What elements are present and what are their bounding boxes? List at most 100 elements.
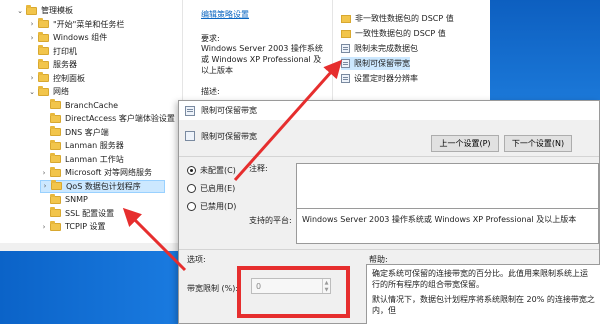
folder-icon [50,193,61,204]
radio-button[interactable] [187,184,196,193]
radio-not-configured[interactable]: 未配置(C) [187,165,236,176]
help-paragraph: 确定系统可保留的连接带宽的百分比。此值用来限制系统上运行的所有程序的组合带宽保留… [372,269,588,289]
folder-icon [38,31,49,42]
folder-icon [26,4,37,15]
folder-icon [38,85,49,96]
tree-item[interactable]: ›Lanman 工作站 [40,153,124,166]
folder-icon [51,180,62,190]
tree-item[interactable]: ›DirectAccess 客户端体验设置 [40,112,175,125]
options-label: 选项: [187,255,206,264]
radio-enabled[interactable]: 已启用(E) [187,183,235,194]
radio-button-checked[interactable] [187,166,196,175]
chevron-right-icon[interactable]: › [28,20,36,28]
tree-item-label: "开始"菜单和任务栏 [53,19,125,29]
desktop-background-right [490,0,600,100]
tree-item[interactable]: ›DNS 客户端 [40,126,109,139]
tree-item[interactable]: › Windows 组件 [28,31,107,44]
folder-icon [38,58,49,69]
tree-item-label: DirectAccess 客户端体验设置 [65,114,175,123]
tree-item-label: Microsoft 对等网络服务 [65,168,152,177]
tree-item-label: QoS 数据包计划程序 [66,181,141,191]
divider [179,156,599,157]
folder-icon [341,29,351,38]
tree-item-label: 控制面板 [53,73,85,83]
folder-icon [50,126,61,136]
policy-item-label: 设置定时器分辨率 [354,74,418,83]
tree-item-label: Lanman 工作站 [65,154,124,164]
policy-list: 非一致性数据包的 DSCP 值一致性数据包的 DSCP 值限制未完成数据包限制可… [332,0,490,100]
folder-icon [50,99,61,109]
policy-item-label: 限制可保留带宽 [354,59,410,68]
folder-icon [38,45,49,55]
policy-icon [185,105,195,116]
previous-setting-button[interactable]: 上一个设置(P) [431,135,499,152]
policy-setting-icon [341,44,350,53]
policy-item[interactable]: 一致性数据包的 DSCP 值 [341,27,446,40]
chevron-right-icon[interactable]: › [40,223,48,231]
divider [179,249,599,250]
chevron-down-icon[interactable]: ⌄ [28,88,36,96]
tree-item[interactable]: ⌄ 网络 [28,85,69,98]
tree-item[interactable]: › 控制面板 [28,72,85,85]
supported-platform-label: 支持的平台: [249,216,292,225]
tree-item-label: 网络 [53,87,69,96]
folder-icon [50,139,61,150]
description-pane: 编辑策略设置 要求: Windows Server 2003 操作系统或 Win… [182,0,332,104]
tree-item[interactable]: ›BranchCache [40,99,118,112]
setting-header: 限制可保留带宽 [201,132,257,141]
tree-item-label: TCPIP 设置 [65,222,106,231]
policy-item-label: 非一致性数据包的 DSCP 值 [355,14,454,23]
bandwidth-limit-label: 带宽限制 (%): [187,284,239,293]
folder-icon [50,112,61,123]
folder-icon [341,14,351,23]
tree-item[interactable]: › "开始"菜单和任务栏 [28,18,124,31]
tree-item[interactable]: › Microsoft 对等网络服务 [40,166,152,179]
next-setting-button[interactable]: 下一个设置(N) [504,135,572,152]
radio-label: 已禁用(D) [200,202,237,211]
policy-item-label: 一致性数据包的 DSCP 值 [355,29,446,38]
policy-item[interactable]: 非一致性数据包的 DSCP 值 [341,12,454,25]
radio-label: 未配置(C) [200,166,236,175]
policy-item[interactable]: 限制未完成数据包 [341,42,418,55]
chevron-right-icon[interactable]: › [40,169,48,177]
tree-item[interactable]: ›服务器 [28,58,77,71]
tree-item-label: DNS 客户端 [65,127,109,137]
tree-item[interactable]: › QoS 数据包计划程序 [40,179,165,193]
folder-icon [38,72,49,82]
setting-icon [185,131,195,141]
tree-item-label: 打印机 [53,46,77,56]
tree-item[interactable]: ›Lanman 服务器 [40,139,124,152]
policy-setting-icon [341,74,350,83]
comment-textarea[interactable] [296,163,599,213]
radio-button[interactable] [187,202,196,211]
edit-policy-link[interactable]: 编辑策略设置 [201,9,249,20]
tree-item[interactable]: ›SNMP [40,193,88,206]
highlight-box [237,266,350,318]
supported-platform-value: Windows Server 2003 操作系统或 Windows XP Pro… [296,208,599,244]
chevron-right-icon[interactable]: › [28,74,36,82]
tree-item[interactable]: › TCPIP 设置 [40,220,106,233]
tree-item-label: SSL 配置设置 [65,208,115,218]
tree-item[interactable]: ⌄ 管理模板 [16,4,73,17]
comment-label: 注释: [249,164,268,173]
radio-disabled[interactable]: 已禁用(D) [187,201,236,212]
folder-icon [50,153,61,163]
dialog-titlebar[interactable]: 限制可保留带宽 [179,101,599,120]
folder-icon [50,166,61,177]
tree-item-label: Windows 组件 [53,33,108,42]
policy-item[interactable]: 设置定时器分辨率 [341,72,418,85]
tree-item-label: 服务器 [53,60,77,69]
chevron-down-icon[interactable]: ⌄ [16,7,24,15]
help-paragraph: 默认情况下，数据包计划程序将系统限制在 20% 的连接带宽之内，但 [372,295,595,315]
policy-item[interactable]: 限制可保留带宽 [341,57,410,70]
desktop-background [0,251,182,324]
radio-label: 已启用(E) [200,184,236,193]
tree-item-label: BranchCache [65,100,119,110]
chevron-right-icon[interactable]: › [41,182,49,190]
chevron-right-icon[interactable]: › [28,34,36,42]
tree-item[interactable]: ›打印机 [28,45,77,58]
tree-status-strip [0,243,182,251]
tree-item[interactable]: ›SSL 配置设置 [40,207,114,220]
folder-icon [38,18,49,28]
description-label: 描述: [201,87,220,96]
